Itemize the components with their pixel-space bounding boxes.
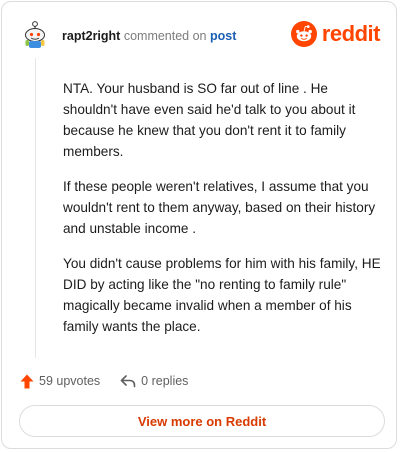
reddit-snoo-icon — [290, 21, 317, 47]
reddit-wordmark: reddit — [321, 21, 381, 46]
reply-icon — [120, 375, 136, 388]
reddit-logo[interactable]: reddit — [290, 20, 381, 48]
user-avatar[interactable] — [20, 18, 50, 50]
comment-paragraph: NTA. Your husband is SO far out of line … — [63, 81, 356, 159]
comment-body: NTA. Your husband is SO far out of line … — [63, 78, 381, 351]
upvote-count: 59 upvotes — [39, 374, 101, 388]
post-link[interactable]: post — [210, 29, 236, 43]
comment-actions: 59 upvotes 0 replies — [20, 371, 188, 391]
comment-byline: rapt2right commented on post — [62, 28, 236, 44]
commented-on-text: commented on — [123, 29, 207, 43]
upvote-button[interactable]: 59 upvotes — [20, 374, 100, 389]
thread-line — [35, 58, 36, 358]
upvote-arrow-icon — [20, 374, 34, 388]
comment-paragraph: If these people weren't relatives, I ass… — [63, 179, 376, 236]
comment-embed-card: rapt2right commented on post reddit NTA.… — [1, 1, 397, 449]
replies-button[interactable]: 0 replies — [120, 374, 188, 388]
comment-header: rapt2right commented on post reddit — [20, 18, 382, 54]
username-link[interactable]: rapt2right — [62, 29, 120, 43]
view-more-button[interactable]: View more on Reddit — [19, 405, 385, 437]
reply-count: 0 replies — [141, 374, 189, 388]
comment-paragraph: You didn't cause problems for him with h… — [63, 256, 381, 334]
